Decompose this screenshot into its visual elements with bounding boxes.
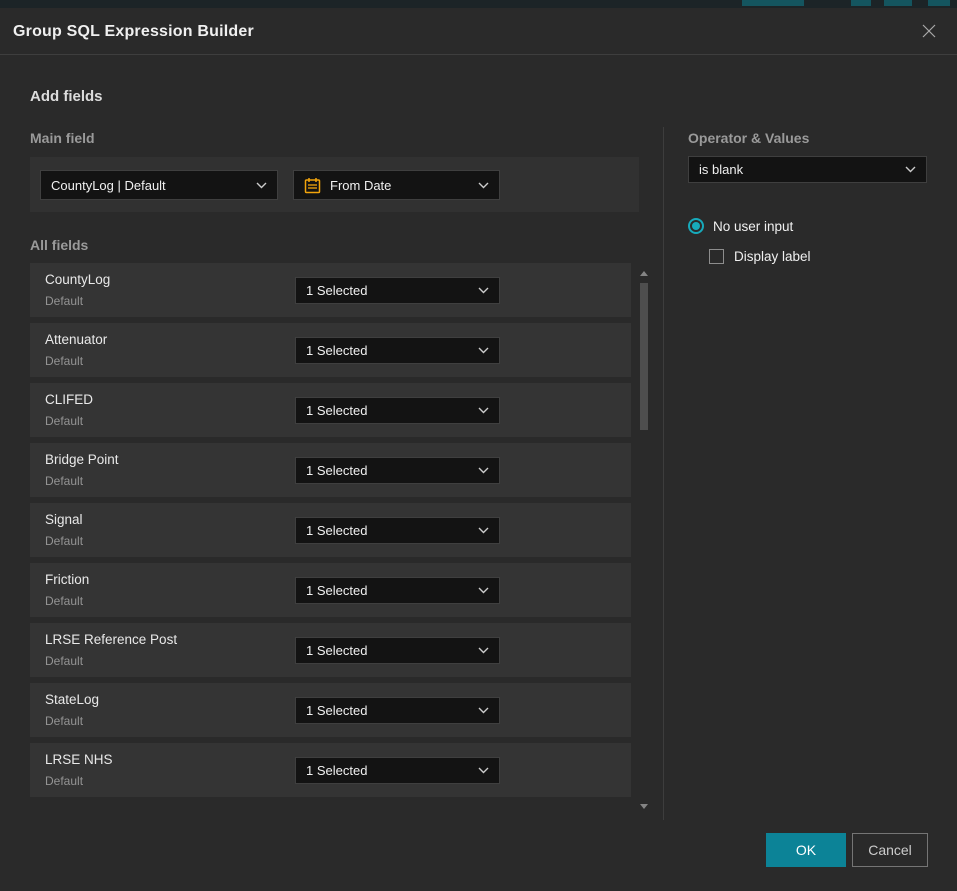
field-selected-value: 1 Selected	[306, 763, 470, 778]
field-row: CountyLog Default 1 Selected	[30, 263, 631, 317]
vertical-divider	[663, 127, 664, 820]
field-selected-dropdown[interactable]: 1 Selected	[295, 397, 500, 424]
background-app-strip	[0, 0, 957, 8]
main-layer-select-value: CountyLog | Default	[51, 178, 248, 193]
background-teal-fragment	[928, 0, 950, 6]
chevron-down-icon	[478, 467, 489, 474]
add-fields-heading: Add fields	[30, 88, 103, 105]
field-name: CLIFED	[45, 392, 93, 407]
field-sublabel: Default	[45, 474, 83, 488]
display-label-checkbox[interactable]: Display label	[709, 249, 811, 264]
field-row: Signal Default 1 Selected	[30, 503, 631, 557]
field-selected-value: 1 Selected	[306, 403, 470, 418]
field-sublabel: Default	[45, 354, 83, 368]
scrollbar-up-arrow-icon[interactable]	[640, 271, 648, 276]
close-icon[interactable]	[916, 19, 942, 45]
field-selected-dropdown[interactable]: 1 Selected	[295, 757, 500, 784]
chevron-down-icon	[478, 707, 489, 714]
background-teal-fragment	[742, 0, 804, 6]
list-scrollbar[interactable]	[639, 263, 649, 811]
operator-select[interactable]: is blank	[688, 156, 927, 183]
field-selected-value: 1 Selected	[306, 583, 470, 598]
chevron-down-icon	[478, 287, 489, 294]
calendar-icon	[304, 177, 321, 194]
field-selected-dropdown[interactable]: 1 Selected	[295, 517, 500, 544]
dialog-titlebar: Group SQL Expression Builder	[0, 8, 957, 55]
field-name: StateLog	[45, 692, 99, 707]
field-selected-value: 1 Selected	[306, 283, 470, 298]
field-row: StateLog Default 1 Selected	[30, 683, 631, 737]
field-sublabel: Default	[45, 534, 83, 548]
main-layer-select[interactable]: CountyLog | Default	[40, 170, 278, 200]
chevron-down-icon	[478, 587, 489, 594]
no-user-input-radio[interactable]: No user input	[688, 218, 793, 234]
main-field-label: Main field	[30, 130, 95, 146]
field-row: LRSE Reference Post Default 1 Selected	[30, 623, 631, 677]
field-row: Friction Default 1 Selected	[30, 563, 631, 617]
ok-button[interactable]: OK	[766, 833, 846, 867]
chevron-down-icon	[905, 166, 916, 173]
chevron-down-icon	[478, 182, 489, 189]
background-teal-fragment	[851, 0, 871, 6]
field-selected-value: 1 Selected	[306, 523, 470, 538]
field-selected-dropdown[interactable]: 1 Selected	[295, 457, 500, 484]
no-user-input-label: No user input	[713, 219, 793, 234]
dialog-title: Group SQL Expression Builder	[13, 8, 254, 55]
main-field-panel: CountyLog | Default From Date	[30, 157, 639, 212]
chevron-down-icon	[478, 407, 489, 414]
background-teal-fragment	[884, 0, 912, 6]
field-sublabel: Default	[45, 294, 83, 308]
cancel-button[interactable]: Cancel	[852, 833, 928, 867]
field-name: Friction	[45, 572, 89, 587]
field-sublabel: Default	[45, 594, 83, 608]
field-selected-dropdown[interactable]: 1 Selected	[295, 337, 500, 364]
field-row: Attenuator Default 1 Selected	[30, 323, 631, 377]
chevron-down-icon	[478, 647, 489, 654]
all-fields-label: All fields	[30, 237, 88, 253]
scrollbar-down-arrow-icon[interactable]	[640, 804, 648, 809]
field-name: LRSE Reference Post	[45, 632, 177, 647]
main-field-select-value: From Date	[330, 178, 470, 193]
checkbox-unchecked-icon	[709, 249, 724, 264]
field-name: Bridge Point	[45, 452, 119, 467]
field-row: Bridge Point Default 1 Selected	[30, 443, 631, 497]
field-selected-dropdown[interactable]: 1 Selected	[295, 577, 500, 604]
field-selected-value: 1 Selected	[306, 463, 470, 478]
field-name: CountyLog	[45, 272, 110, 287]
field-sublabel: Default	[45, 774, 83, 788]
operator-values-heading: Operator & Values	[688, 130, 809, 146]
field-selected-dropdown[interactable]: 1 Selected	[295, 637, 500, 664]
field-name: Attenuator	[45, 332, 107, 347]
field-name: LRSE NHS	[45, 752, 113, 767]
radio-selected-icon	[688, 218, 704, 234]
field-row: LRSE NHS Default 1 Selected	[30, 743, 631, 797]
field-name: Signal	[45, 512, 83, 527]
main-field-select[interactable]: From Date	[293, 170, 500, 200]
display-label-text: Display label	[734, 249, 811, 264]
field-selected-dropdown[interactable]: 1 Selected	[295, 277, 500, 304]
all-fields-list: CountyLog Default 1 Selected Attenuator …	[30, 263, 631, 803]
field-selected-value: 1 Selected	[306, 703, 470, 718]
chevron-down-icon	[478, 527, 489, 534]
group-sql-expression-builder-dialog: Group SQL Expression Builder Add fields …	[0, 8, 957, 891]
field-sublabel: Default	[45, 714, 83, 728]
chevron-down-icon	[478, 347, 489, 354]
field-selected-dropdown[interactable]: 1 Selected	[295, 697, 500, 724]
scrollbar-thumb[interactable]	[640, 283, 648, 430]
field-selected-value: 1 Selected	[306, 643, 470, 658]
field-selected-value: 1 Selected	[306, 343, 470, 358]
chevron-down-icon	[256, 182, 267, 189]
operator-select-value: is blank	[699, 162, 897, 177]
field-sublabel: Default	[45, 654, 83, 668]
chevron-down-icon	[478, 767, 489, 774]
field-row: CLIFED Default 1 Selected	[30, 383, 631, 437]
field-sublabel: Default	[45, 414, 83, 428]
